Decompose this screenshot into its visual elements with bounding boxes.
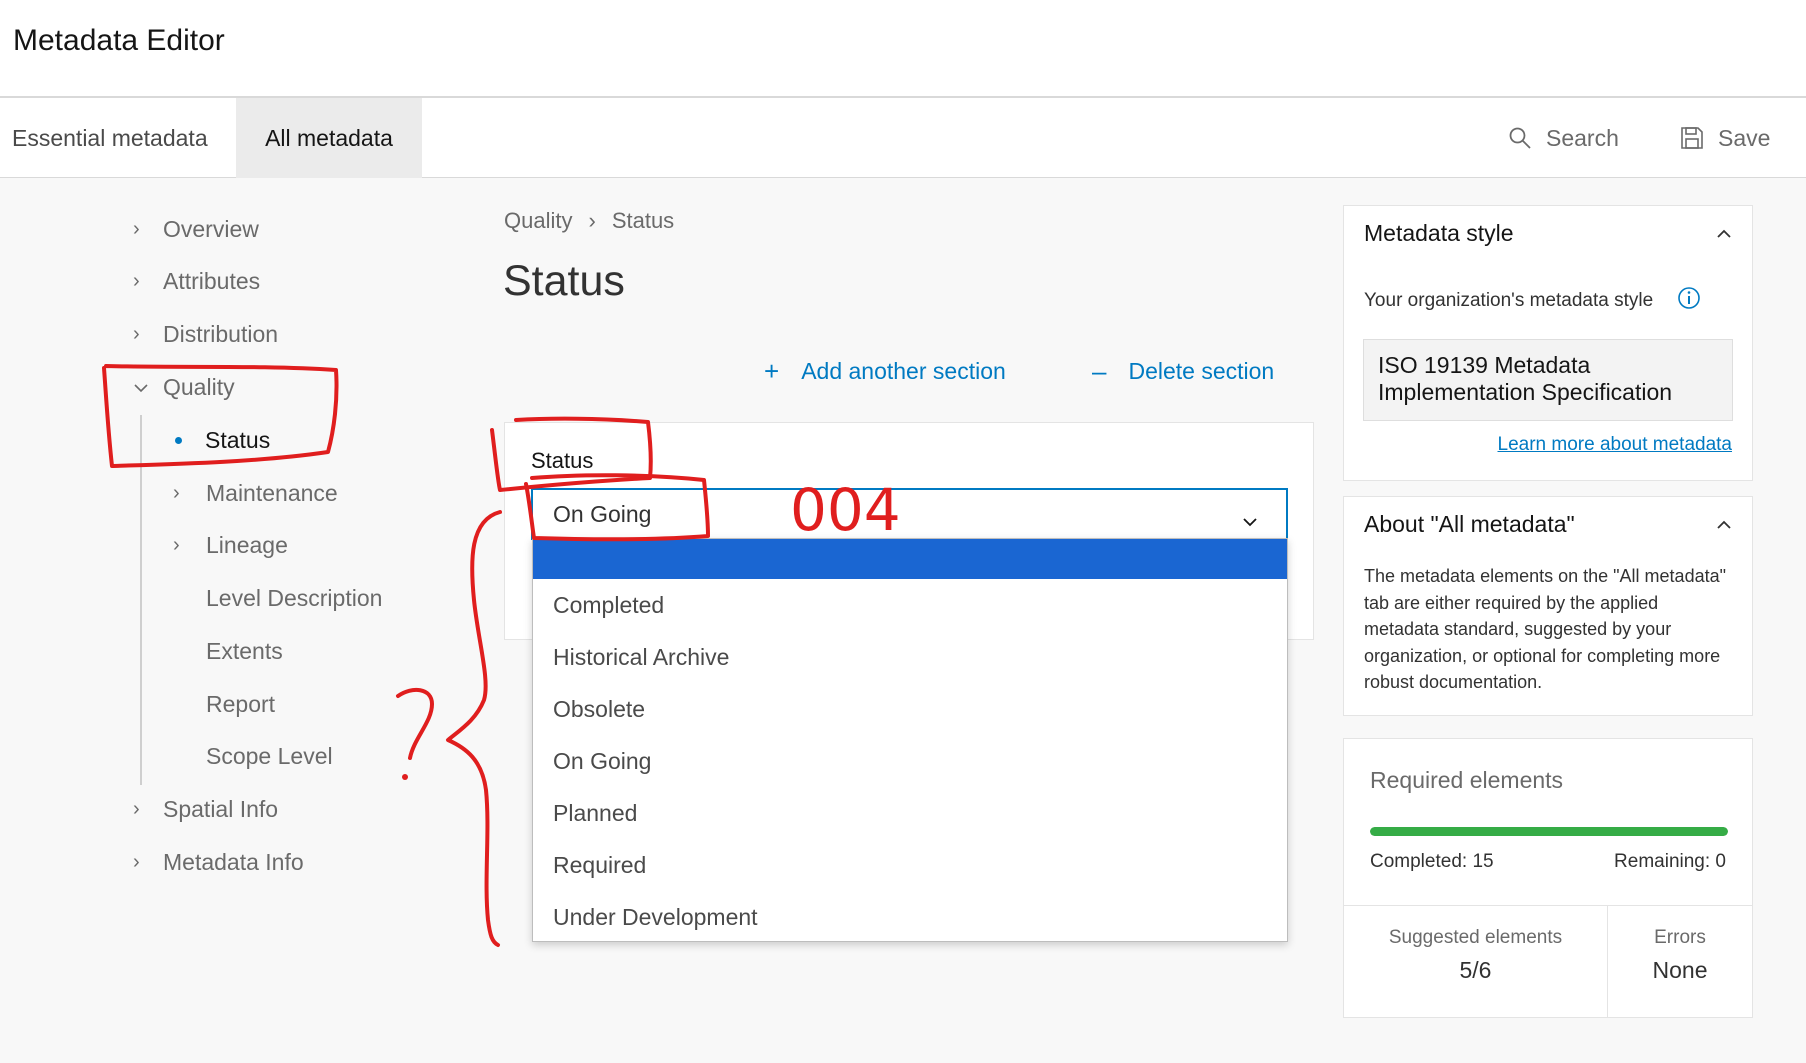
dropdown-option[interactable]: On Going xyxy=(533,735,1287,787)
search-label: Search xyxy=(1546,124,1619,151)
status-field-label: Status xyxy=(531,448,594,473)
nav-item-overview[interactable]: › Overview xyxy=(133,216,259,243)
annotation-question-mark xyxy=(396,687,434,760)
delete-section-label: Delete section xyxy=(1128,358,1275,384)
chevron-up-icon[interactable] xyxy=(1716,226,1732,244)
divider xyxy=(1344,905,1752,906)
nav-item-label: Level Description xyxy=(206,585,383,611)
nav-item-extents[interactable]: Extents xyxy=(206,638,283,665)
learn-more-link[interactable]: Learn more about metadata xyxy=(1498,434,1733,456)
page-title: Status xyxy=(503,257,625,305)
chevron-down-icon xyxy=(133,383,163,393)
required-elements-panel: Required elements Completed: 15 Remainin… xyxy=(1343,738,1753,1018)
nav-item-attributes[interactable]: › Attributes xyxy=(133,268,260,295)
nav-item-report[interactable]: Report xyxy=(206,691,275,718)
nav-item-label: Lineage xyxy=(206,532,288,558)
nav-item-label: Distribution xyxy=(163,321,279,347)
chevron-right-icon: › xyxy=(133,218,140,240)
chevron-right-icon: › xyxy=(173,482,180,504)
nav-item-quality[interactable]: Quality xyxy=(133,374,235,401)
nav-item-label: Maintenance xyxy=(206,480,338,506)
completed-count: Completed: 15 xyxy=(1370,851,1494,872)
nav-item-label: Report xyxy=(206,691,276,717)
dropdown-option[interactable]: Required xyxy=(533,839,1287,891)
tab-all-metadata[interactable]: All metadata xyxy=(236,98,422,178)
chevron-up-icon[interactable] xyxy=(1716,517,1732,535)
chevron-right-icon: › xyxy=(133,851,140,873)
info-icon[interactable] xyxy=(1677,286,1701,316)
delete-section-button[interactable]: – Delete section xyxy=(1092,356,1274,387)
add-section-label: Add another section xyxy=(801,358,1006,384)
search-button[interactable]: Search xyxy=(1508,98,1619,178)
active-dot-icon xyxy=(175,437,182,444)
about-title: About "All metadata" xyxy=(1364,511,1575,537)
app-title: Metadata Editor xyxy=(13,24,225,57)
about-description: The metadata elements on the "All metada… xyxy=(1364,566,1726,692)
nav-item-level-description[interactable]: Level Description xyxy=(206,585,382,612)
nav-item-distribution[interactable]: › Distribution xyxy=(133,321,278,348)
annotation-question-dot xyxy=(402,774,408,780)
nav-item-label: Quality xyxy=(163,374,235,400)
nav-item-lineage[interactable]: › Lineage xyxy=(173,532,288,559)
save-button[interactable]: Save xyxy=(1680,98,1770,178)
dropdown-option[interactable]: Obsolete xyxy=(533,683,1287,735)
nav-item-label: Scope Level xyxy=(206,743,333,769)
nav-item-label: Metadata Info xyxy=(163,849,304,875)
search-icon xyxy=(1508,126,1532,150)
org-style-label-row: Your organization's metadata style xyxy=(1364,286,1701,316)
dropdown-option[interactable]: Planned xyxy=(533,787,1287,839)
status-dropdown-list: Completed Historical Archive Obsolete On… xyxy=(532,538,1288,942)
chevron-right-icon: › xyxy=(173,534,180,556)
suggested-elements-value: 5/6 xyxy=(1459,957,1492,983)
metadata-style-title: Metadata style xyxy=(1364,220,1514,246)
minus-icon: – xyxy=(1092,356,1107,386)
nav-tree-line xyxy=(140,415,142,785)
nav-item-label: Spatial Info xyxy=(163,796,279,822)
chevron-right-icon: › xyxy=(133,270,140,292)
breadcrumb: Quality › Status xyxy=(504,208,674,234)
nav-item-scope-level[interactable]: Scope Level xyxy=(206,743,333,770)
org-style-label: Your organization's metadata style xyxy=(1364,290,1654,311)
errors-label: Errors xyxy=(1654,927,1706,948)
chevron-down-icon xyxy=(1242,506,1258,533)
annotation-brace xyxy=(446,510,502,947)
dropdown-option[interactable]: Under Development xyxy=(533,891,1287,943)
remaining-count: Remaining: 0 xyxy=(1614,851,1726,872)
suggested-elements-label: Suggested elements xyxy=(1388,927,1563,948)
add-section-button[interactable]: + Add another section xyxy=(764,356,1006,387)
plus-icon: + xyxy=(764,356,780,386)
nav-item-metadata-info[interactable]: › Metadata Info xyxy=(133,849,304,876)
breadcrumb-current: Status xyxy=(611,208,675,233)
nav-item-maintenance[interactable]: › Maintenance xyxy=(173,480,338,507)
metadata-style-value: ISO 19139 Metadata Implementation Specif… xyxy=(1363,339,1733,421)
nav-item-spatial-info[interactable]: › Spatial Info xyxy=(133,796,278,823)
chevron-right-icon: › xyxy=(588,208,596,233)
floppy-disk-icon xyxy=(1680,126,1704,150)
errors-value: None xyxy=(1652,957,1708,983)
chevron-right-icon: › xyxy=(133,323,140,345)
chevron-right-icon: › xyxy=(133,798,140,820)
required-progress-bar xyxy=(1370,827,1728,836)
tab-bar: Essential metadata All metadata Search S… xyxy=(0,98,1806,178)
dropdown-option[interactable]: Historical Archive xyxy=(533,631,1287,683)
app-header: Metadata Editor xyxy=(0,0,1806,98)
save-label: Save xyxy=(1718,124,1771,151)
tab-essential-metadata[interactable]: Essential metadata xyxy=(0,98,234,178)
dropdown-option[interactable]: Completed xyxy=(533,579,1287,631)
progress-fill xyxy=(1370,827,1728,836)
breadcrumb-parent[interactable]: Quality xyxy=(504,208,572,234)
nav-item-label: Overview xyxy=(163,216,259,242)
about-panel: About "All metadata" The metadata elemen… xyxy=(1343,496,1753,716)
required-elements-title: Required elements xyxy=(1370,767,1564,793)
status-select-value: On Going xyxy=(553,500,652,527)
nav-item-status[interactable]: Status xyxy=(175,427,270,454)
dropdown-option-empty[interactable] xyxy=(533,539,1287,579)
nav-item-label: Status xyxy=(205,427,271,453)
nav-item-label: Extents xyxy=(206,638,283,664)
nav-item-label: Attributes xyxy=(163,268,261,294)
metadata-style-panel: Metadata style Your organization's metad… xyxy=(1343,205,1753,481)
status-select[interactable]: On Going xyxy=(531,488,1288,540)
